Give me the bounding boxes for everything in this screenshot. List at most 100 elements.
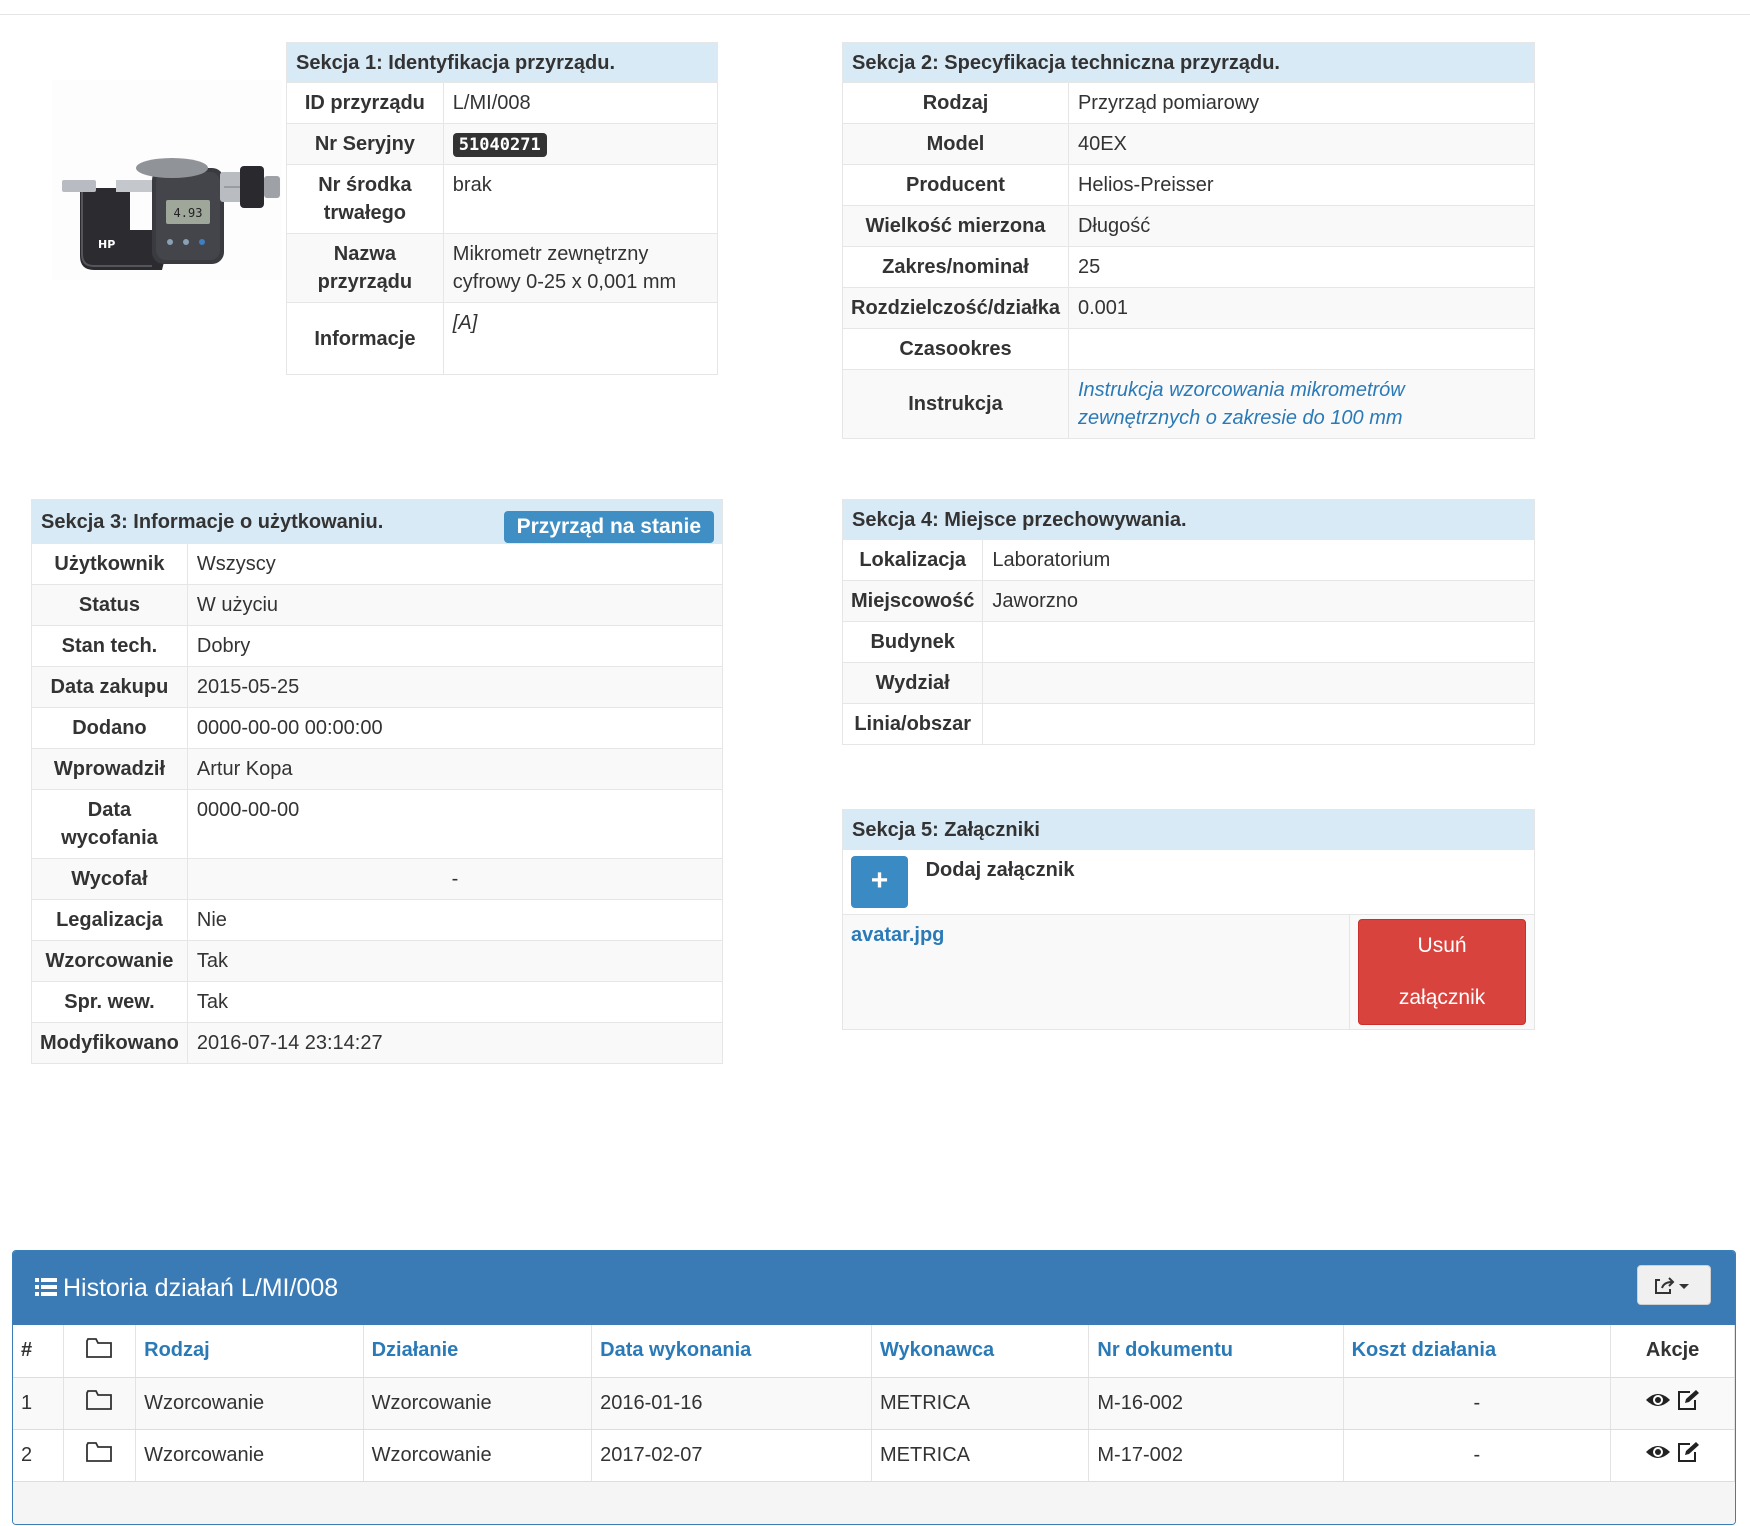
legalization-label: Legalizacja [31, 899, 188, 941]
model-label: Model [842, 123, 1069, 165]
measured-quantity-label: Wielkość mierzona [842, 205, 1069, 247]
withdrawal-date-value: 0000-00-00 [186, 789, 724, 859]
history-panel-header: Historia działań L/MI/008 [13, 1251, 1735, 1325]
period-value [1067, 328, 1536, 370]
eye-icon[interactable] [1645, 1443, 1671, 1467]
col-performer[interactable]: Wykonawca [871, 1325, 1090, 1378]
folder-icon[interactable] [86, 1390, 113, 1416]
internal-check-value: Tak [186, 981, 724, 1023]
instrument-name-label: Nazwa przyrządu [286, 233, 444, 303]
add-attachment-button[interactable]: + [851, 856, 908, 908]
instrument-name-value: Mikrometr zewnętrzny cyfrowy 0-25 x 0,00… [442, 233, 719, 303]
city-value: Jaworzno [982, 580, 1535, 622]
share-icon [1655, 1277, 1675, 1294]
col-date[interactable]: Data wykonania [591, 1325, 872, 1378]
folder-icon[interactable] [86, 1442, 113, 1468]
col-type[interactable]: Rodzaj [135, 1325, 364, 1378]
eye-icon[interactable] [1645, 1391, 1671, 1415]
measured-quantity-value: Długość [1067, 205, 1536, 247]
id-label: ID przyrządu [286, 82, 444, 124]
row-date: 2017-02-07 [591, 1429, 872, 1482]
row-cost: - [1343, 1429, 1612, 1482]
period-label: Czasookres [842, 328, 1069, 370]
svg-text:HP: HP [98, 238, 115, 251]
section4-title: Sekcja 4: Miejsce przechowywania. [842, 499, 1535, 540]
range-value: 25 [1067, 246, 1536, 288]
caret-down-icon [1679, 1284, 1689, 1289]
status-label: Status [31, 584, 188, 626]
history-table: # Rodzaj Działanie Data wykonania Wykona… [13, 1325, 1735, 1482]
building-label: Budynek [841, 621, 984, 663]
withdrawn-by-value: - [186, 858, 724, 900]
purchase-date-value: 2015-05-25 [186, 666, 724, 708]
section4-table: Sekcja 4: Miejsce przechowywania. Lokali… [841, 499, 1535, 745]
location-label: Lokalizacja [841, 539, 984, 581]
row-num: 2 [13, 1429, 64, 1482]
row-date: 2016-01-16 [591, 1377, 872, 1430]
withdrawn-by-label: Wycofał [31, 858, 188, 900]
resolution-value: 0.001 [1067, 287, 1536, 329]
attachment-file-link[interactable]: avatar.jpg [851, 924, 944, 946]
status-value: W użyciu [186, 584, 724, 626]
serial-label: Nr Seryjny [286, 123, 444, 165]
model-value: 40EX [1067, 123, 1536, 165]
producer-label: Producent [842, 164, 1069, 206]
internal-check-label: Spr. wew. [31, 981, 188, 1023]
row-action: Wzorcowanie [363, 1377, 593, 1430]
section2-title: Sekcja 2: Specyfikacja techniczna przyrz… [842, 42, 1535, 83]
add-attachment-label: Dodaj załącznik [925, 859, 1075, 881]
in-stock-badge: Przyrząd na stanie [503, 511, 714, 543]
history-panel-footer [13, 1481, 1735, 1524]
modified-value: 2016-07-14 23:14:27 [186, 1022, 724, 1064]
row-num: 1 [13, 1377, 64, 1430]
added-label: Dodano [31, 707, 188, 749]
calibration-value: Tak [186, 940, 724, 982]
history-panel: Historia działań L/MI/008 # Rodzaj Dział… [12, 1250, 1736, 1525]
row-action: Wzorcowanie [363, 1429, 593, 1482]
export-dropdown-button[interactable] [1637, 1265, 1711, 1305]
calibration-label: Wzorcowanie [31, 940, 188, 982]
line-area-value [982, 703, 1535, 745]
info-value: [A] [442, 302, 719, 375]
department-value [982, 662, 1535, 704]
department-label: Wydział [841, 662, 984, 704]
table-row: 2 Wzorcowanie Wzorcowanie 2017-02-07 MET… [13, 1429, 1735, 1482]
entered-by-label: Wprowadził [31, 748, 188, 790]
range-label: Zakres/nominał [842, 246, 1069, 288]
withdrawal-date-label: Data wycofania [31, 789, 188, 859]
edit-icon[interactable] [1676, 1389, 1700, 1417]
folder-icon [86, 1337, 113, 1364]
type-label: Rodzaj [842, 82, 1069, 124]
city-label: Miejscowość [841, 580, 984, 622]
plus-icon: + [870, 864, 889, 897]
info-label: Informacje [286, 302, 444, 375]
col-num: # [13, 1325, 64, 1378]
col-doc-number[interactable]: Nr dokumentu [1088, 1325, 1344, 1378]
row-type: Wzorcowanie [135, 1377, 364, 1430]
line-area-label: Linia/obszar [841, 703, 984, 745]
history-title: Historia działań L/MI/008 [63, 1274, 339, 1302]
section3-table: Sekcja 3: Informacje o użytkowaniu. Przy… [31, 499, 724, 1064]
id-value: L/MI/008 [442, 82, 719, 124]
col-action[interactable]: Działanie [363, 1325, 593, 1378]
history-header-row: # Rodzaj Działanie Data wykonania Wykona… [13, 1325, 1735, 1378]
col-cost[interactable]: Koszt działania [1343, 1325, 1612, 1378]
modified-label: Modyfikowano [31, 1022, 188, 1064]
purchase-date-label: Data zakupu [31, 666, 188, 708]
svg-text:4.93: 4.93 [174, 206, 203, 220]
type-value: Przyrząd pomiarowy [1067, 82, 1536, 124]
producer-value: Helios-Preisser [1067, 164, 1536, 206]
row-performer: METRICA [871, 1377, 1090, 1430]
section3-title: Sekcja 3: Informacje o użytkowaniu. [41, 510, 384, 533]
added-value: 0000-00-00 00:00:00 [186, 707, 724, 749]
row-doc-number: M-17-002 [1088, 1429, 1344, 1482]
instruction-link[interactable]: Instrukcja wzorcowania mikrometrów zewnę… [1078, 379, 1405, 429]
fixed-asset-value: brak [442, 164, 719, 234]
edit-icon[interactable] [1676, 1441, 1700, 1469]
row-type: Wzorcowanie [135, 1429, 364, 1482]
section1-table: Sekcja 1: Identyfikacja przyrządu. ID pr… [286, 42, 719, 375]
section5-table: Sekcja 5: Załączniki + Dodaj załącznik a… [841, 809, 1535, 1030]
resolution-label: Rozdzielczość/działka [842, 287, 1069, 329]
delete-attachment-button[interactable]: Usuń załącznik [1358, 919, 1526, 1025]
col-actions: Akcje [1610, 1325, 1735, 1378]
